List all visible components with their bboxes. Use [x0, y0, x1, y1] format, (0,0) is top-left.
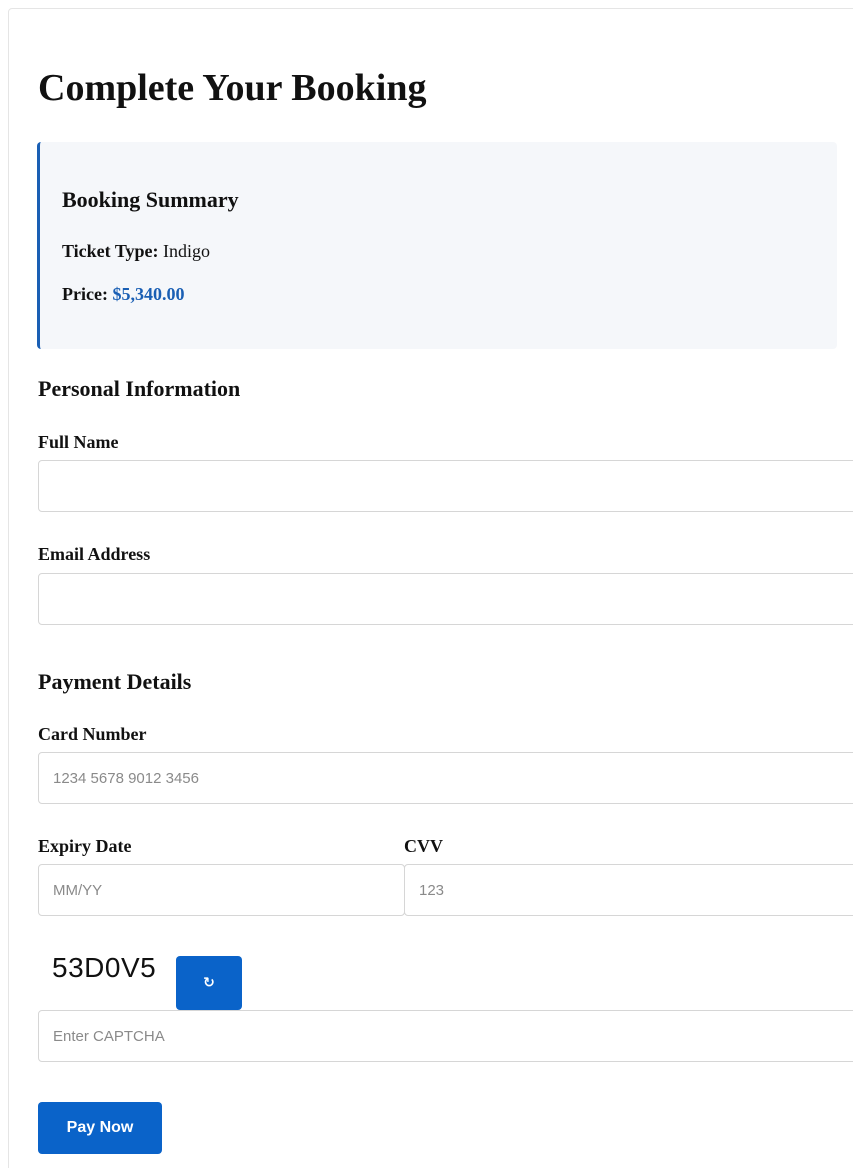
payment-details-heading: Payment Details	[38, 669, 192, 694]
card-number-input[interactable]	[38, 752, 853, 804]
refresh-captcha-button[interactable]: ↻	[176, 956, 242, 1010]
expiry-date-label: Expiry Date	[38, 836, 132, 856]
cvv-input[interactable]	[404, 864, 853, 916]
ticket-type-value: Indigo	[163, 241, 211, 261]
refresh-icon: ↻	[203, 975, 215, 991]
personal-info-heading: Personal Information	[38, 376, 241, 401]
price-value: $5,340.00	[112, 284, 185, 304]
booking-summary-title: Booking Summary	[62, 187, 239, 212]
full-name-label: Full Name	[38, 432, 119, 452]
full-name-input[interactable]	[38, 460, 853, 512]
cvv-label: CVV	[404, 836, 443, 856]
ticket-type-row: Ticket Type: Indigo	[62, 239, 210, 263]
price-row: Price: $5,340.00	[62, 282, 184, 306]
email-label: Email Address	[38, 544, 151, 564]
price-label: Price:	[62, 284, 108, 304]
captcha-input[interactable]	[38, 1010, 853, 1062]
booking-summary-card: Booking Summary Ticket Type: Indigo Pric…	[37, 142, 837, 349]
card-number-label: Card Number	[38, 724, 147, 744]
ticket-type-label: Ticket Type:	[62, 241, 159, 261]
captcha-code: 53D0V5	[52, 952, 157, 983]
email-input[interactable]	[38, 573, 853, 625]
pay-now-button[interactable]: Pay Now	[38, 1102, 162, 1154]
page-title: Complete Your Booking	[38, 67, 427, 109]
expiry-date-input[interactable]	[38, 864, 405, 916]
